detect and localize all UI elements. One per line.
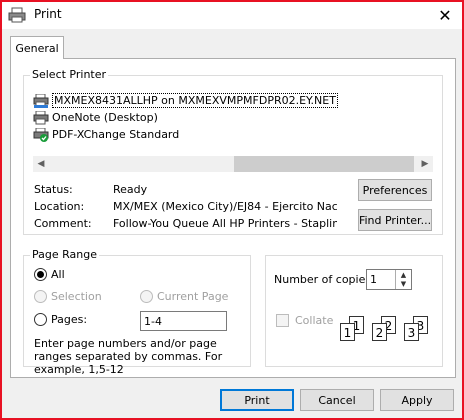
print-button-label: Print	[244, 393, 270, 407]
scroll-right-icon[interactable]: ▶	[417, 156, 433, 172]
printer-icon	[33, 110, 49, 124]
location-value: MX/MEX (Mexico City)/EJ84 - Ejercito Nac…	[113, 200, 337, 213]
cancel-button-label: Cancel	[318, 393, 356, 407]
radio-selection-label: Selection	[51, 290, 102, 303]
page-range-group: Page Range All Selection Current Page Pa…	[23, 248, 251, 376]
collate-page-icon: 1	[340, 323, 355, 341]
radio-current-page[interactable]: Current Page	[140, 290, 228, 303]
radio-pages-label: Pages:	[51, 313, 88, 326]
network-printer-icon	[33, 93, 49, 108]
window-title: Print	[34, 7, 62, 21]
scroll-left-icon[interactable]: ◀	[33, 156, 49, 172]
copies-input[interactable]: 1 ▲ ▼	[366, 269, 412, 290]
printer-item-label: MXMEX8431ALLHP on MXMEXVMPMFDPR02.EY.NET	[52, 93, 338, 108]
radio-circle-icon	[34, 268, 47, 281]
spin-up-icon[interactable]: ▲	[396, 270, 411, 279]
printer-item-mxmex8431allhp[interactable]: MXMEX8431ALLHP on MXMEXVMPMFDPR02.EY.NET	[33, 92, 338, 109]
preferences-button[interactable]: Preferences	[358, 179, 432, 201]
printer-icon	[8, 7, 26, 23]
find-printer-button-label: Find Printer...	[358, 213, 432, 227]
printer-item-onenote[interactable]: OneNote (Desktop)	[33, 109, 158, 126]
printer-list-scrollbar[interactable]: ◀ ▶	[33, 156, 433, 172]
select-printer-label: Select Printer	[30, 68, 109, 81]
pages-input-value: 1-4	[144, 314, 162, 328]
cancel-button[interactable]: Cancel	[300, 389, 374, 411]
page-range-hint: Enter page numbers and/or page ranges se…	[34, 337, 223, 376]
copies-group: Number of copies: 1 ▲ ▼ Collate 1 1 2 2 …	[265, 255, 443, 367]
close-icon: ✕	[438, 5, 452, 25]
select-printer-group: Select Printer MXMEX8431ALLHP on MXMEXVM…	[23, 68, 443, 235]
radio-selection[interactable]: Selection	[34, 290, 102, 303]
print-button[interactable]: Print	[220, 389, 294, 411]
copies-spinner[interactable]: ▲ ▼	[395, 270, 411, 289]
comment-value: Follow-You Queue All HP Printers - Stapl…	[113, 217, 337, 230]
printer-item-label: PDF-XChange Standard	[52, 128, 180, 141]
pages-input[interactable]: 1-4	[140, 311, 227, 331]
radio-current-page-label: Current Page	[157, 290, 229, 303]
printer-item-pdf-xchange[interactable]: PDF-XChange Standard	[33, 126, 179, 143]
general-tab-panel: Select Printer MXMEX8431ALLHP on MXMEXVM…	[10, 58, 456, 378]
radio-circle-icon	[140, 290, 153, 303]
page-range-label: Page Range	[30, 248, 99, 261]
tab-general-label: General	[15, 41, 59, 55]
preferences-button-label: Preferences	[362, 183, 428, 197]
radio-pages[interactable]: Pages:	[34, 313, 87, 326]
comment-label: Comment:	[34, 217, 92, 230]
print-dialog: Print ✕ General Select Printer MXMEX8431…	[0, 0, 464, 420]
copies-input-value: 1	[370, 273, 377, 286]
printer-item-label: OneNote (Desktop)	[52, 111, 158, 124]
status-label: Status:	[34, 183, 73, 196]
collate-page-icon: 2	[372, 323, 387, 341]
radio-all[interactable]: All	[34, 268, 65, 281]
radio-circle-icon	[34, 313, 47, 326]
location-label: Location:	[34, 200, 85, 213]
number-of-copies-label: Number of copies:	[274, 273, 375, 286]
collate-checkbox[interactable]: Collate	[276, 314, 333, 327]
close-button[interactable]: ✕	[434, 4, 456, 26]
radio-all-label: All	[51, 268, 65, 281]
apply-button-label: Apply	[401, 393, 433, 407]
find-printer-button[interactable]: Find Printer...	[358, 209, 432, 231]
collate-pages-icon: 1 1 2 2 3 3	[338, 314, 438, 354]
radio-circle-icon	[34, 290, 47, 303]
checkbox-box-icon	[276, 314, 289, 327]
spin-down-icon[interactable]: ▼	[396, 279, 411, 288]
collate-label: Collate	[295, 314, 334, 327]
collate-page-icon: 3	[404, 323, 419, 341]
apply-button[interactable]: Apply	[380, 389, 454, 411]
status-value: Ready	[113, 183, 148, 196]
default-printer-icon	[33, 127, 49, 142]
scrollbar-thumb[interactable]	[234, 156, 414, 172]
title-bar: Print ✕	[2, 2, 462, 29]
tab-general[interactable]: General	[10, 36, 64, 59]
